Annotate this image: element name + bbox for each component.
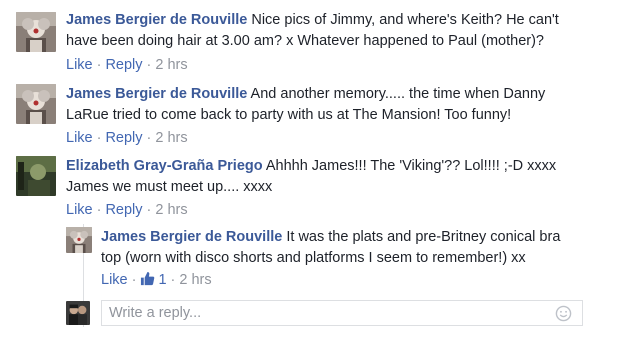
green-photo-avatar-icon	[16, 156, 56, 196]
comment-timestamp[interactable]: 2 hrs	[155, 57, 187, 73]
comment: James Bergier de Rouville Nice pics of J…	[0, 0, 620, 76]
emoji-icon[interactable]	[555, 305, 572, 322]
reply-button[interactable]: Reply	[105, 130, 142, 146]
reply-actions: Like · 1 · 2 hrs	[101, 270, 212, 290]
avatar[interactable]	[16, 12, 56, 52]
current-user-avatar	[66, 301, 90, 325]
comment-body: James Bergier de Rouville And another me…	[66, 84, 566, 126]
clown-portrait-avatar-icon	[66, 227, 92, 253]
avatar[interactable]	[66, 227, 92, 253]
reply-button[interactable]: Reply	[105, 57, 142, 73]
separator-dot: ·	[131, 272, 137, 288]
separator-dot: ·	[96, 202, 102, 218]
comment-actions: Like · Reply · 2 hrs	[66, 128, 188, 148]
comment-timestamp[interactable]: 2 hrs	[155, 130, 187, 146]
comment-timestamp[interactable]: 2 hrs	[155, 202, 187, 218]
separator-dot: ·	[170, 272, 176, 288]
clown-portrait-avatar-icon	[16, 12, 56, 52]
reply-timestamp[interactable]: 2 hrs	[179, 272, 211, 288]
like-button[interactable]: Like	[66, 130, 93, 146]
reply-button[interactable]: Reply	[105, 202, 142, 218]
separator-dot: ·	[146, 57, 152, 73]
separator-dot: ·	[96, 130, 102, 146]
comment-body: James Bergier de Rouville Nice pics of J…	[66, 10, 566, 52]
like-count[interactable]: 1	[140, 271, 167, 288]
reply-comment: James Bergier de Rouville It was the pla…	[0, 220, 620, 296]
reply-author-link[interactable]: James Bergier de Rouville	[101, 229, 282, 245]
comment-actions: Like · Reply · 2 hrs	[66, 55, 188, 75]
clown-portrait-avatar-icon	[16, 84, 56, 124]
comment: James Bergier de Rouville And another me…	[0, 76, 620, 148]
reply-body: James Bergier de Rouville It was the pla…	[101, 227, 571, 269]
separator-dot: ·	[96, 57, 102, 73]
comment-actions: Like · Reply · 2 hrs	[66, 200, 188, 220]
separator-dot: ·	[146, 202, 152, 218]
avatar[interactable]	[16, 156, 56, 196]
like-count-number: 1	[158, 272, 167, 288]
comment-body: Elizabeth Gray-Graña Priego Ahhhh James!…	[66, 156, 566, 198]
comment: Elizabeth Gray-Graña Priego Ahhhh James!…	[0, 148, 620, 220]
avatar[interactable]	[16, 84, 56, 124]
reply-composer	[101, 300, 583, 326]
like-button[interactable]: Like	[66, 57, 93, 73]
separator-dot: ·	[146, 130, 152, 146]
comment-author-link[interactable]: James Bergier de Rouville	[66, 12, 247, 28]
comment-author-link[interactable]: Elizabeth Gray-Graña Priego	[66, 158, 263, 174]
like-button[interactable]: Like	[101, 272, 128, 288]
thumbs-up-icon	[141, 271, 155, 286]
reply-input[interactable]	[102, 301, 549, 325]
like-button[interactable]: Like	[66, 202, 93, 218]
comment-author-link[interactable]: James Bergier de Rouville	[66, 86, 247, 102]
couple-photo-avatar-icon	[66, 301, 90, 325]
